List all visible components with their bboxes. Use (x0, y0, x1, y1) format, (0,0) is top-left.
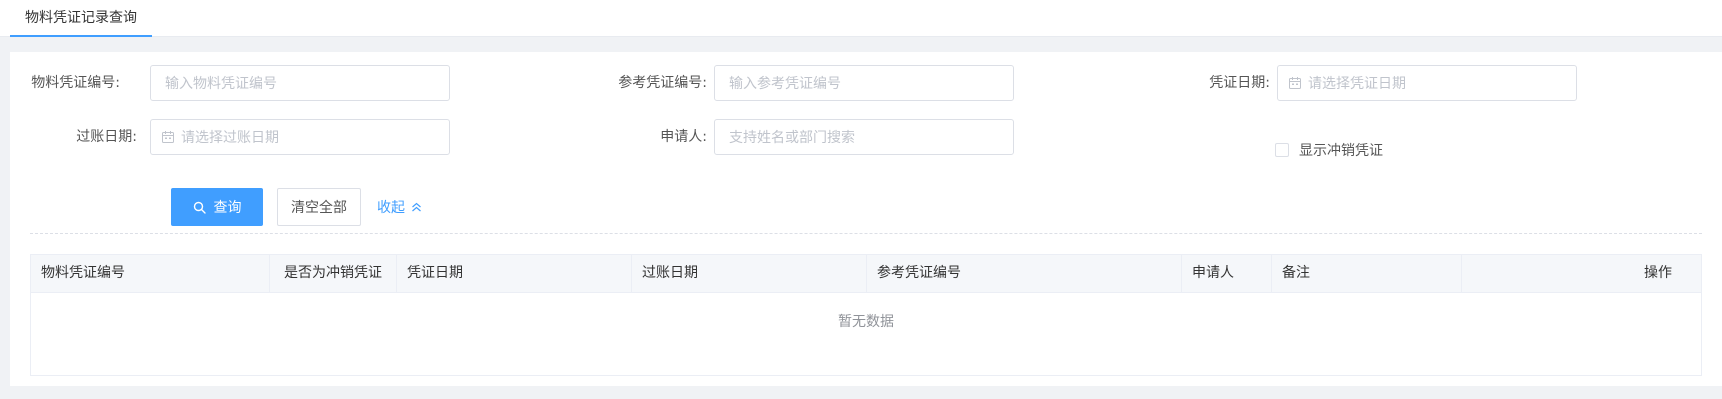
tab-bar: 物料凭证记录查询 (0, 0, 1722, 37)
column-header: 参考凭证编号 (867, 255, 1182, 292)
column-header: 是否为冲销凭证 (270, 255, 397, 292)
applicant-input[interactable]: 支持姓名或部门搜索 (714, 119, 1014, 155)
results-table: 物料凭证编号 是否为冲销凭证 凭证日期 过账日期 参考凭证编号 申请人 备注 操… (30, 254, 1702, 376)
calendar-icon (1288, 76, 1302, 90)
material-doc-no-placeholder: 输入物料凭证编号 (165, 76, 277, 92)
collapse-link[interactable]: 收起 (377, 188, 422, 226)
calendar-icon (161, 130, 175, 144)
doc-date-label: 凭证日期: (1209, 75, 1270, 91)
ref-doc-no-input[interactable]: 输入参考凭证编号 (714, 65, 1014, 101)
ref-doc-no-placeholder: 输入参考凭证编号 (729, 76, 841, 92)
empty-state-text: 暂无数据 (838, 314, 894, 330)
posting-date-picker[interactable]: 请选择过账日期 (150, 119, 450, 155)
applicant-placeholder: 支持姓名或部门搜索 (729, 130, 855, 146)
clear-all-label: 清空全部 (291, 200, 347, 216)
clear-all-button[interactable]: 清空全部 (277, 188, 361, 226)
ref-doc-no-label: 参考凭证编号: (618, 75, 707, 91)
posting-date-placeholder: 请选择过账日期 (181, 130, 279, 146)
tab-material-doc-query[interactable]: 物料凭证记录查询 (10, 0, 152, 37)
column-header: 申请人 (1182, 255, 1272, 292)
chevron-up-double-icon (411, 202, 422, 213)
doc-date-picker[interactable]: 请选择凭证日期 (1277, 65, 1577, 101)
dashed-divider (30, 233, 1702, 234)
table-header: 物料凭证编号 是否为冲销凭证 凭证日期 过账日期 参考凭证编号 申请人 备注 操… (31, 255, 1701, 293)
applicant-label: 申请人: (660, 129, 707, 145)
search-icon (193, 201, 206, 214)
column-header: 物料凭证编号 (31, 255, 270, 292)
show-reversal-label: 显示冲销凭证 (1299, 143, 1383, 159)
posting-date-label: 过账日期: (76, 129, 137, 145)
column-header: 凭证日期 (397, 255, 632, 292)
search-button[interactable]: 查询 (171, 188, 263, 226)
query-panel: 物料凭证编号: 输入物料凭证编号 参考凭证编号: 输入参考凭证编号 凭证日期: … (10, 52, 1722, 386)
doc-date-placeholder: 请选择凭证日期 (1308, 76, 1406, 92)
material-doc-no-label: 物料凭证编号: (31, 75, 120, 91)
search-button-label: 查询 (213, 200, 242, 216)
checkbox-box[interactable] (1275, 143, 1289, 157)
column-header: 备注 (1272, 255, 1462, 292)
material-doc-no-input[interactable]: 输入物料凭证编号 (150, 65, 450, 101)
column-header: 操作 (1644, 265, 1672, 281)
show-reversal-checkbox[interactable]: 显示冲销凭证 (1275, 132, 1383, 168)
column-header: 过账日期 (632, 255, 867, 292)
collapse-label: 收起 (377, 200, 405, 216)
